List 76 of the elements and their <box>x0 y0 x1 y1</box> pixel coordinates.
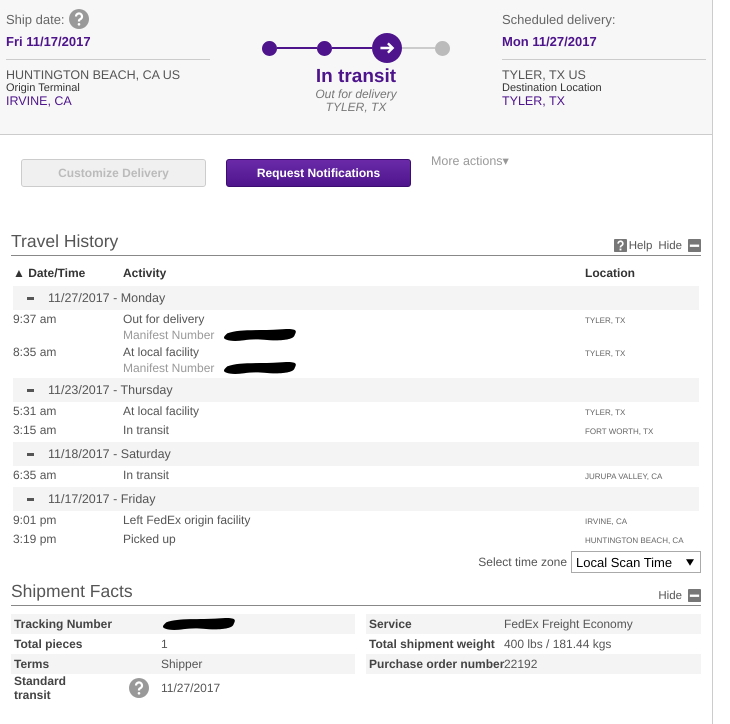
column-header[interactable]: Location <box>585 266 699 280</box>
event-time: 5:31 am <box>13 403 58 420</box>
time-zone-dropdown[interactable]: Local Scan Time <box>571 551 701 573</box>
fact-value: Shipper <box>161 657 202 671</box>
status-location: TYLER, TX <box>326 101 386 114</box>
progress-step-dot <box>317 40 332 56</box>
fact-label: Terms <box>14 657 50 671</box>
event-time: 9:01 pm <box>13 512 58 529</box>
fact-label: Purchase order number <box>369 657 504 671</box>
action-button[interactable]: Request Notifications <box>226 159 411 187</box>
group-date: 11/18/2017 - Saturday <box>48 447 171 461</box>
fact-value: 400 lbs / 181.44 kgs <box>504 637 612 651</box>
group-date: 11/27/2017 - Monday <box>48 291 166 305</box>
origin-terminal: IRVINE, CA <box>6 94 73 108</box>
collapse-icon[interactable] <box>688 589 701 602</box>
event-note: Manifest Number <box>123 327 214 343</box>
delivery-date: Mon 11/27/2017 <box>502 34 598 49</box>
fact-value: FedEx Freight Economy <box>504 617 633 631</box>
progress-step-dot <box>435 40 450 56</box>
group-date: 11/23/2017 - Thursday <box>48 383 173 397</box>
help-icon[interactable] <box>129 678 149 698</box>
fact-label: Total shipment weight <box>369 637 495 651</box>
origin-label: Origin Terminal <box>6 82 81 94</box>
event-location: FORT WORTH, TX <box>585 426 654 438</box>
destination-label: Destination Location <box>502 82 603 94</box>
event-activity: At local facility <box>123 344 200 360</box>
destination-location: TYLER, TX <box>502 94 566 108</box>
status-detail: Out for delivery <box>315 88 397 101</box>
help-icon[interactable] <box>614 239 627 252</box>
event-location: JURUPA VALLEY, CA <box>585 471 664 483</box>
column-header[interactable]: ▲ Date/Time <box>13 266 123 280</box>
collapse-icon[interactable] <box>688 239 701 252</box>
section-title: Shipment Facts <box>11 581 133 602</box>
event-activity: Picked up <box>123 531 177 547</box>
progress-step-dot <box>262 40 277 56</box>
event-activity: In transit <box>123 422 170 438</box>
hide-link[interactable]: Hide <box>658 590 682 602</box>
event-location: TYLER, TX <box>585 315 626 327</box>
help-link[interactable]: Help <box>628 240 652 252</box>
fact-label: Total pieces <box>14 637 82 651</box>
section-title: Travel History <box>11 231 118 252</box>
event-location: TYLER, TX <box>585 407 626 419</box>
hide-link[interactable]: Hide <box>658 240 682 252</box>
event-activity: In transit <box>123 467 170 483</box>
event-time: 3:19 pm <box>13 531 58 548</box>
fact-label: Tracking Number <box>14 617 112 631</box>
group-date: 11/17/2017 - Friday <box>48 492 156 506</box>
event-location: HUNTINGTON BEACH, CA <box>585 535 685 547</box>
progress-line <box>332 47 372 49</box>
event-note: Manifest Number <box>123 360 214 376</box>
column-header[interactable]: Activity <box>123 266 585 280</box>
fact-label: Service <box>369 617 412 631</box>
progress-line <box>402 47 435 49</box>
progress-line <box>277 47 317 49</box>
event-time: 8:35 am <box>13 344 58 361</box>
status-title: In transit <box>316 66 396 88</box>
time-zone-label: Select time zone <box>478 555 567 569</box>
destination-city: TYLER, TX US <box>502 68 587 82</box>
event-activity: Left FedEx origin facility <box>123 512 252 528</box>
ship-date-label: Ship date: <box>6 12 65 26</box>
fact-label: Standard transit <box>14 674 68 702</box>
fact-value: 22192 <box>504 657 538 671</box>
help-icon[interactable] <box>68 9 89 29</box>
event-time: 6:35 am <box>13 467 58 484</box>
fact-value: 11/27/2017 <box>161 681 220 695</box>
event-activity: Out for delivery <box>123 311 206 327</box>
caret-icon <box>686 558 694 566</box>
ship-date: Fri 11/17/2017 <box>6 34 92 49</box>
fact-value: 1 <box>161 637 168 651</box>
event-time: 3:15 am <box>13 422 58 439</box>
event-time: 9:37 am <box>13 311 58 328</box>
event-activity: At local facility <box>123 403 200 419</box>
delivery-label: Scheduled delivery: <box>502 12 616 26</box>
origin-city: HUNTINGTON BEACH, CA US <box>6 68 182 82</box>
event-location: IRVINE, CA <box>585 516 628 528</box>
event-location: TYLER, TX <box>585 348 626 360</box>
